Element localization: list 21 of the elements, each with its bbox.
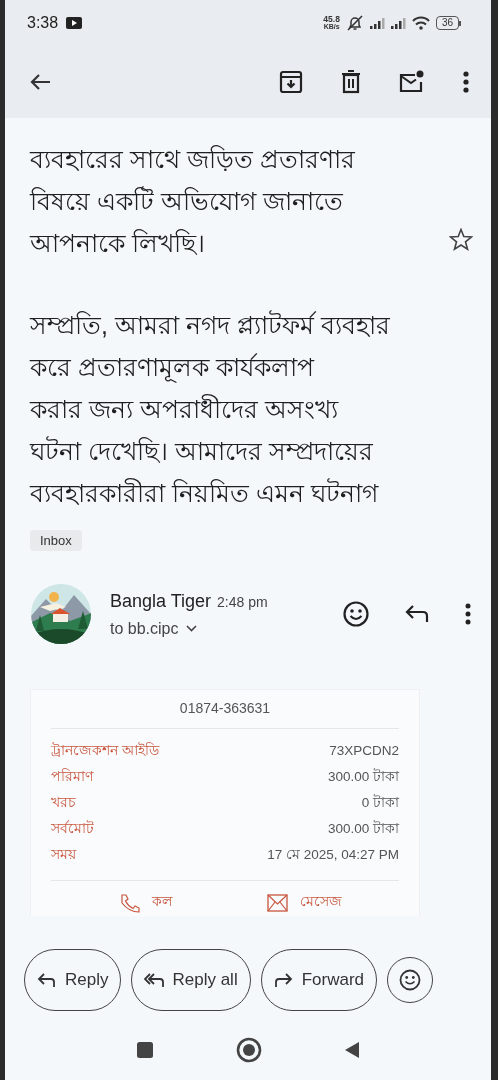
message-time: 2:48 pm — [217, 593, 268, 610]
sender-name: Bangla Tiger — [110, 590, 212, 612]
receipt-value: 17 মে 2025, 04:27 PM — [267, 846, 399, 864]
recipient-toggle[interactable]: to bb.cipc — [110, 619, 343, 638]
receipt-value: 73XPCDN2 — [329, 742, 399, 760]
receipt-message-link[interactable]: মেসেজ — [266, 891, 342, 914]
receipt-label: খরচ — [51, 794, 76, 812]
receipt-label: পরিমাণ — [51, 767, 93, 786]
receipt-value: 300.00 টাকা — [327, 819, 399, 838]
phone-number: 01874-363631 — [51, 700, 399, 729]
receipt-label: সর্বমোট — [51, 819, 94, 838]
receipt-call-link[interactable]: কল — [118, 891, 172, 914]
receipt-value: 0 টাকা — [361, 793, 399, 812]
receipt-value: 300.00 টাকা — [327, 767, 399, 786]
message-paragraph: সম্প্রতি, আমরা নগদ প্ল্যাটফর্ম ব্যবহার করে প্রতারণামূলক কার্যকলাপ করার জন্য অপরাধীদের অসংখ্য ঘটনা দেখেছি। আমাদের সম্প্রদায়ের ব্যবহারকারীরা নিয়মিত এমন ঘটনাগ — [30, 309, 390, 509]
clock: 3:38 — [27, 14, 59, 32]
receipt-label: সময় — [51, 846, 76, 864]
label-chip[interactable]: Inbox — [30, 530, 82, 551]
message-paragraph: ব্যবহারের সাথে জড়িত প্রতারণার বিষয়ে একটি অভিযোগ জানাতে আপনাকে লিখছি। — [30, 144, 356, 259]
receipt-label: ট্রানজেকশন আইডি — [51, 741, 159, 760]
speed-value: 45.8 — [323, 15, 340, 23]
